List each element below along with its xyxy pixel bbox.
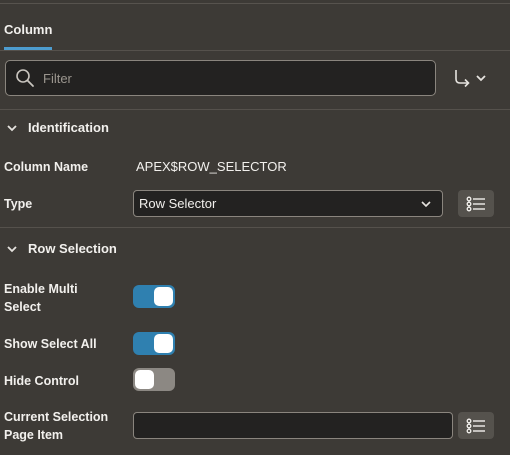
type-select-value: Row Selector — [139, 196, 217, 211]
chevron-down-icon — [476, 75, 486, 82]
hide-control-toggle[interactable] — [133, 368, 175, 391]
type-list-button[interactable] — [458, 190, 494, 217]
chevron-down-icon — [7, 124, 17, 131]
current-selection-page-item-label: Current Selection Page Item — [4, 408, 108, 444]
section-title: Row Selection — [28, 241, 117, 256]
filter-input[interactable] — [43, 70, 403, 86]
top-divider — [0, 3, 510, 4]
tab-divider — [0, 50, 510, 51]
go-to-group-button[interactable] — [452, 66, 492, 90]
toggle-knob — [154, 334, 173, 353]
label-line: Select — [4, 300, 41, 314]
enable-multi-select-label: Enable Multi Select — [4, 280, 78, 316]
page-item-list-button[interactable] — [458, 412, 494, 439]
column-name-label: Column Name — [4, 160, 89, 174]
column-name-value: APEX$ROW_SELECTOR — [136, 159, 287, 174]
chevron-down-icon — [421, 200, 431, 207]
filter-box[interactable] — [5, 60, 436, 96]
show-select-all-toggle[interactable] — [133, 332, 175, 355]
toggle-knob — [135, 370, 154, 389]
type-label: Type — [4, 197, 33, 211]
label-line: Current Selection — [4, 410, 109, 424]
tab-column[interactable]: Column — [4, 22, 52, 37]
section-divider — [0, 109, 510, 110]
hide-control-label: Hide Control — [4, 374, 79, 388]
current-selection-page-item-input[interactable] — [133, 412, 453, 439]
search-icon — [16, 69, 34, 87]
label-line: Enable Multi — [4, 282, 78, 296]
show-select-all-label: Show Select All — [4, 337, 97, 351]
type-select[interactable]: Row Selector — [133, 190, 443, 217]
section-title: Identification — [28, 120, 109, 135]
label-line: Page Item — [4, 428, 64, 442]
enable-multi-select-toggle[interactable] — [133, 285, 175, 308]
chevron-down-icon — [7, 245, 17, 252]
go-to-arrow-icon — [455, 70, 470, 88]
toggle-knob — [154, 287, 173, 306]
section-header-row-selection[interactable]: Row Selection — [6, 241, 117, 256]
section-divider — [0, 227, 510, 228]
list-icon — [466, 196, 485, 211]
section-header-identification[interactable]: Identification — [6, 120, 109, 135]
list-icon — [466, 418, 485, 433]
